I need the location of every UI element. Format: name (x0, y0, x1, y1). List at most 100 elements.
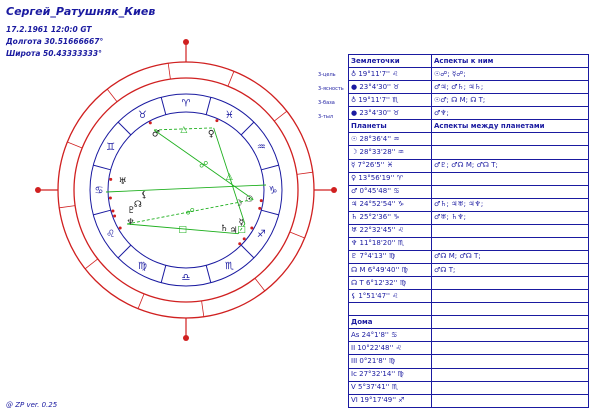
aspect-glyph-icon: ☍ (199, 161, 208, 171)
aspect-cell (431, 380, 589, 395)
house-divider (59, 205, 76, 209)
house-divider (201, 300, 205, 317)
version-footer: @ ZP ver. 0.25 (6, 401, 58, 409)
table-row: III 0°21'8'' ♍ (348, 354, 589, 369)
house-divider (254, 278, 266, 292)
aspect-cell (431, 328, 589, 343)
aspect-cell (431, 145, 589, 160)
side-label: 3-тыл (318, 114, 333, 120)
table-row: V 5°37'41'' ♏ (348, 380, 589, 395)
aspect-cell (431, 354, 589, 369)
planet-dot (238, 242, 242, 246)
aspect-cell: ♂♃; ♂♄; ♃♄; (431, 80, 589, 95)
venus-icon: ♀ (208, 129, 215, 139)
zodiac-divider (160, 265, 167, 283)
aspect-line (105, 184, 267, 193)
aspect-cell (431, 367, 589, 382)
column-header: Аспекты между планетами (431, 119, 589, 134)
aspect-cell (431, 393, 589, 409)
house-divider (167, 63, 171, 80)
natal-chart-wheel: ♈♉♊♋♌♍♎♏♐♑♒♓☉☽☿♀♂♃♄♅♆♇☊⚸☍△△□□☍3-цель3-яс… (35, 39, 344, 341)
aspect-cell (431, 132, 589, 147)
position-cell: ☊ M 6°49'40'' ♍ (348, 262, 432, 278)
side-label: 3-база (318, 100, 335, 106)
table-row: ⚸ 1°51'47'' ♌ (348, 289, 589, 304)
table-row: ☊ M 6°49'40'' ♍ ♂☊ T; (348, 262, 589, 278)
aspect-cell (431, 184, 589, 199)
table-row: ♀ 13°56'19'' ♈ (348, 171, 589, 186)
planet-dot (109, 177, 113, 181)
table-row: II 10°22'48'' ♌ (348, 341, 589, 356)
position-cell: ☉ 28°36'4'' ♒ (348, 132, 432, 147)
planet-dot (215, 119, 219, 123)
position-cell: VI 19°17'49'' ♐ (348, 393, 432, 409)
table-header-row: Дома (348, 315, 589, 330)
position-cell: ♁ 19°11'7'' ♏ (348, 93, 432, 108)
zodiac-sign-icon: ♉ (138, 110, 147, 121)
zodiac-divider (240, 121, 255, 136)
house-divider (137, 293, 145, 309)
position-cell: ♅ 22°32'45'' ♌ (348, 223, 432, 238)
aspect-glyph-icon: □ (237, 225, 246, 235)
aspect-cell (431, 223, 589, 238)
position-cell: III 0°21'8'' ♍ (348, 354, 432, 369)
position-cell: As 24°1'8'' ♋ (348, 328, 432, 343)
aspects-table: Землеточки Аспекты к ним ♁ 19°11'7'' ♌ ☉☍; … (348, 53, 589, 409)
aspect-glyph-icon: △ (180, 125, 187, 135)
position-cell: ⚸ 1°51'47'' ♌ (348, 289, 432, 304)
table-header-row: Землеточки Аспекты к ним (348, 53, 589, 69)
desc-marker (331, 187, 337, 193)
planet-dot (118, 226, 122, 230)
position-cell: ☊ T 6°12'32'' ♍ (348, 276, 432, 291)
aspect-cell: ♂☊ M; ♂☊ T; (431, 249, 589, 265)
aspect-cell: ♂♆; (431, 106, 589, 121)
zodiac-divider (93, 209, 111, 216)
side-label: 3-ясность (318, 86, 344, 92)
position-cell (348, 302, 432, 317)
table-row: ♅ 22°32'45'' ♌ (348, 223, 589, 238)
table-row: As 24°1'8'' ♋ (348, 328, 589, 343)
position-cell: ♆ 11°18'20'' ♏ (348, 236, 432, 251)
position-cell: ♃ 24°52'54'' ♑ (348, 197, 432, 212)
zodiac-divider (93, 164, 111, 171)
aspect-cell (431, 341, 589, 356)
planet-dot (113, 214, 117, 218)
position-cell: ☽ 28°33'28'' ♒ (348, 145, 432, 160)
table-row: ♁ 19°11'7'' ♌ ☉☍; ☿☍; (348, 67, 589, 82)
table-row: ♆ 11°18'20'' ♏ (348, 236, 589, 251)
position-cell: V 5°37'41'' ♏ (348, 380, 432, 395)
aspect-cell (431, 289, 589, 304)
table-row: ☊ T 6°12'32'' ♍ (348, 276, 589, 291)
column-header: Землеточки (348, 53, 432, 69)
position-cell: ● 23°4'30'' ♉ (348, 80, 432, 95)
aspect-cell (431, 302, 589, 317)
table-row (348, 302, 589, 317)
zodiac-sign-icon: ♑ (269, 186, 278, 197)
zodiac-sign-icon: ♍ (138, 261, 147, 272)
aspect-cell: ☉♂; ☊ M; ☊ T; (431, 93, 589, 108)
position-cell: ♀ 13°56'19'' ♈ (348, 171, 432, 186)
aspect-cell (431, 236, 589, 251)
zodiac-divider (205, 265, 212, 283)
planet-dot (258, 206, 262, 210)
aspect-glyph-icon: ☍ (186, 208, 195, 218)
zodiac-sign-icon: ♓ (225, 110, 234, 121)
side-label: 3-цель (318, 72, 336, 78)
aspect-cell: ☉☍; ☿☍; (431, 67, 589, 82)
table-row: ☿ 7°26'5'' ♓ ♂♇; ♂☊ M; ♂☊ T; (348, 158, 589, 173)
zodiac-sign-icon: ♌ (106, 229, 115, 240)
asc-marker (35, 187, 41, 193)
planet-dot (250, 226, 254, 230)
planet-dot (111, 209, 115, 213)
zodiac-divider (205, 97, 212, 115)
planet-dot (108, 196, 112, 200)
zodiac-sign-icon: ♐ (257, 229, 266, 240)
position-cell: ♄ 25°2'36'' ♑ (348, 210, 432, 225)
zodiac-sign-icon: ♏ (225, 261, 234, 272)
planet-dot (242, 237, 246, 241)
column-header (431, 315, 589, 330)
zodiac-divider (240, 244, 255, 259)
zodiac-sign-icon: ♒ (257, 142, 266, 153)
position-cell: ♂ 0°45'48'' ♋ (348, 184, 432, 199)
ic-marker (183, 335, 189, 341)
